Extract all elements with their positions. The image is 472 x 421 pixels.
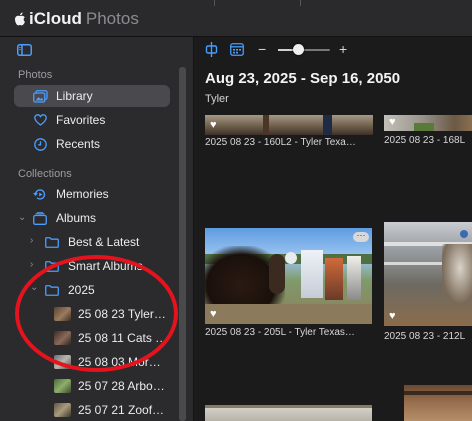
- date-range-title: Aug 23, 2025 - Sep 16, 2050: [205, 70, 401, 87]
- photo-thumbnail[interactable]: ··· ♥: [205, 228, 372, 324]
- chevron-right-icon[interactable]: ›: [30, 259, 33, 270]
- folder-icon: [44, 258, 60, 274]
- sidebar-item-library[interactable]: Library: [14, 85, 170, 107]
- sidebar-item-album-cats[interactable]: 25 08 11 Cats …: [54, 327, 174, 349]
- photo-caption: 2025 08 23 - 205L - Tyler Texas…: [205, 327, 355, 338]
- sidebar-item-memories[interactable]: Memories: [14, 183, 170, 205]
- folder-icon: [44, 282, 60, 298]
- chevron-down-icon[interactable]: ⌄: [18, 212, 26, 223]
- scrollbar-thumb[interactable]: [179, 67, 186, 421]
- photo-detail: [347, 256, 361, 300]
- photo-thumbnail[interactable]: [205, 405, 372, 421]
- library-icon: [32, 88, 48, 104]
- chevron-right-icon[interactable]: ›: [30, 235, 33, 246]
- photo-thumbnail[interactable]: ♥: [205, 115, 373, 135]
- sidebar-item-label: Best & Latest: [68, 235, 140, 249]
- zoom-out-button[interactable]: −: [258, 41, 266, 57]
- album-thumbnail: [54, 355, 71, 369]
- album-thumbnail: [54, 331, 71, 345]
- sidebar-item-albums[interactable]: ⌄ Albums: [14, 207, 170, 229]
- section-header-photos: Photos: [18, 69, 53, 81]
- sidebar-item-label: 25 08 11 Cats …: [78, 331, 168, 345]
- favorite-heart-icon[interactable]: ♥: [389, 310, 396, 322]
- album-thumbnail: [54, 403, 71, 417]
- photo-detail: [205, 405, 372, 408]
- photo-detail: [263, 115, 269, 135]
- sidebar-item-label: 25 08 23 Tyler…: [78, 307, 166, 321]
- brand-icloud-text: iCloud: [29, 9, 82, 28]
- favorite-heart-icon[interactable]: ♥: [389, 116, 396, 128]
- sidebar-item-label: Recents: [56, 137, 101, 151]
- zoom-slider[interactable]: [278, 44, 330, 55]
- sidebar: Photos Library Favorites Recents Collect…: [0, 37, 194, 421]
- photo-detail: [285, 252, 297, 264]
- photo-caption: 2025 08 23 - 160L2 - Tyler Texa…: [205, 137, 356, 148]
- sidebar-item-label: Smart Albums: [68, 259, 143, 273]
- memories-icon: [32, 186, 48, 202]
- favorite-heart-icon[interactable]: ♥: [210, 119, 217, 131]
- sidebar-item-smart-albums[interactable]: › Smart Albums: [30, 255, 170, 277]
- sidebar-item-album-zoof[interactable]: 25 07 21 Zoof…: [54, 399, 174, 421]
- sidebar-item-favorites[interactable]: Favorites: [14, 109, 170, 131]
- title-bar: iCloud Photos: [0, 0, 472, 37]
- app-brand[interactable]: iCloud Photos: [14, 9, 139, 29]
- zoom-slider-knob[interactable]: [293, 44, 305, 55]
- sidebar-item-label: 25 07 28 Arbo…: [78, 379, 165, 393]
- photo-detail: [414, 123, 434, 131]
- heart-icon: [32, 112, 48, 128]
- window-edge-mark: [300, 0, 301, 6]
- sidebar-item-recents[interactable]: Recents: [14, 133, 170, 155]
- photo-detail: [301, 250, 323, 298]
- photo-detail: [325, 258, 343, 300]
- sidebar-item-label: Memories: [56, 187, 109, 201]
- window-edge-mark: [214, 0, 215, 6]
- sidebar-item-label: 25 08 03 Mor…: [78, 355, 161, 369]
- favorite-heart-icon[interactable]: ♥: [210, 308, 217, 320]
- photo-detail: [460, 230, 468, 238]
- location-label: Tyler: [205, 93, 229, 105]
- albums-icon: [32, 210, 48, 226]
- section-header-collections: Collections: [18, 168, 72, 180]
- sidebar-item-album-tyler[interactable]: 25 08 23 Tyler…: [54, 303, 174, 325]
- sidebar-item-best-latest[interactable]: › Best & Latest: [30, 231, 170, 253]
- sidebar-item-2025[interactable]: ⌄ 2025: [30, 279, 170, 301]
- photo-thumbnail[interactable]: [404, 385, 472, 421]
- main-content: − + Aug 23, 2025 - Sep 16, 2050 Tyler ♥ …: [194, 37, 472, 421]
- photo-detail: [269, 254, 285, 294]
- sidebar-item-label: Albums: [56, 211, 97, 225]
- sidebar-item-label: 2025: [68, 283, 95, 297]
- photo-detail: [404, 391, 472, 395]
- photo-caption: 2025 08 23 - 168L: [384, 135, 466, 146]
- sidebar-item-label: Favorites: [56, 113, 106, 127]
- photo-thumbnail[interactable]: ♥: [384, 115, 472, 131]
- apple-logo-icon: [15, 12, 25, 26]
- sidebar-item-label: 25 07 21 Zoof…: [78, 403, 165, 417]
- sidebar-item-label: Library: [56, 89, 93, 103]
- photo-detail: [442, 244, 472, 304]
- photo-detail: [323, 115, 332, 135]
- brand-photos-text: Photos: [85, 9, 139, 28]
- sidebar-item-album-mor[interactable]: 25 08 03 Mor…: [54, 351, 174, 373]
- clock-icon: [32, 136, 48, 152]
- zoom-in-button[interactable]: +: [339, 41, 347, 57]
- more-options-button[interactable]: ···: [353, 231, 369, 242]
- fit-view-icon[interactable]: [205, 42, 218, 57]
- photo-thumbnail[interactable]: ♥: [384, 222, 472, 326]
- calendar-grid-icon[interactable]: [230, 43, 244, 56]
- folder-icon: [44, 234, 60, 250]
- chevron-down-icon[interactable]: ⌄: [30, 282, 38, 293]
- photo-caption: 2025 08 23 - 212L: [384, 331, 466, 342]
- sidebar-toggle-icon[interactable]: [17, 44, 32, 56]
- sidebar-item-album-arbo[interactable]: 25 07 28 Arbo…: [54, 375, 174, 397]
- album-thumbnail: [54, 307, 71, 321]
- sidebar-scrollbar[interactable]: [179, 67, 186, 421]
- album-thumbnail: [54, 379, 71, 393]
- photo-detail: [205, 304, 372, 324]
